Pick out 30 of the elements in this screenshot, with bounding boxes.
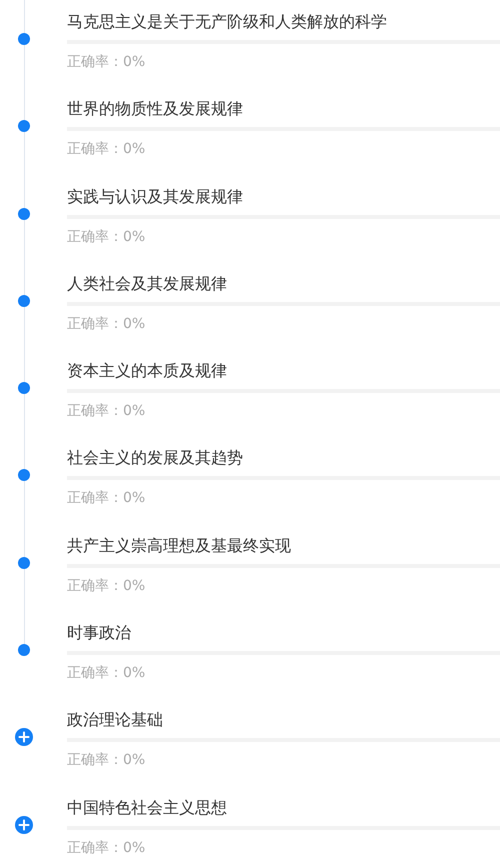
chapter-title[interactable]: 人类社会及其发展规律 <box>67 272 500 296</box>
accuracy-text: 正确率：0% <box>67 751 146 770</box>
accuracy-text: 正确率：0% <box>67 489 146 508</box>
accuracy-text: 正确率：0% <box>67 576 146 596</box>
accuracy-text: 正确率：0% <box>67 228 146 247</box>
accuracy-text: 正确率：0% <box>67 140 146 160</box>
timeline-dot-icon <box>18 469 30 482</box>
chapter-title[interactable]: 资本主义的本质及规律 <box>67 359 500 384</box>
timeline-dot-icon <box>18 382 30 394</box>
timeline-dot-icon <box>18 556 30 569</box>
chapter-title[interactable]: 共产主义崇高理想及基最终实现 <box>67 534 500 558</box>
accuracy-text: 正确率：0% <box>67 838 146 858</box>
chapter-title[interactable]: 时事政治 <box>67 621 500 646</box>
timeline-dot-icon <box>18 33 30 45</box>
chapter-title[interactable]: 世界的物质性及发展规律 <box>67 97 500 122</box>
accuracy-text: 正确率：0% <box>67 664 146 684</box>
plus-circle-icon[interactable] <box>15 728 33 746</box>
accuracy-text: 正确率：0% <box>67 53 146 72</box>
timeline-dot-icon <box>18 644 30 656</box>
accuracy-text: 正确率：0% <box>67 402 146 422</box>
chapter-title[interactable]: 实践与认识及其发展规律 <box>67 184 500 209</box>
plus-circle-icon[interactable] <box>15 816 33 834</box>
timeline-dot-icon <box>18 120 30 132</box>
timeline-dot-icon <box>18 208 30 220</box>
chapter-title[interactable]: 政治理论基础 <box>67 708 500 732</box>
accuracy-text: 正确率：0% <box>67 314 146 334</box>
chapter-title[interactable]: 马克思主义是关于无产阶级和人类解放的科学 <box>67 10 500 34</box>
timeline-dot-icon <box>18 294 30 307</box>
chapter-title[interactable]: 社会主义的发展及其趋势 <box>67 446 500 470</box>
chapter-title[interactable]: 中国特色社会主义思想 <box>67 796 500 820</box>
